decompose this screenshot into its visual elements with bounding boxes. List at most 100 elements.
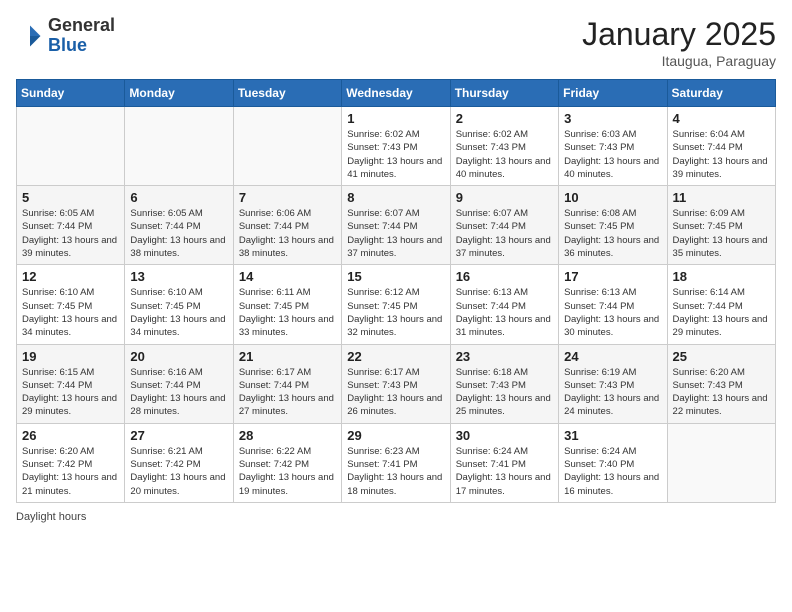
day-number: 14 <box>239 269 336 284</box>
day-number: 8 <box>347 190 444 205</box>
day-info: Sunrise: 6:05 AMSunset: 7:44 PMDaylight:… <box>130 207 227 260</box>
calendar-cell: 13 Sunrise: 6:10 AMSunset: 7:45 PMDayligh… <box>125 265 233 344</box>
calendar-cell: 17 Sunrise: 6:13 AMSunset: 7:44 PMDayligh… <box>559 265 667 344</box>
day-info: Sunrise: 6:20 AMSunset: 7:42 PMDaylight:… <box>22 445 119 498</box>
calendar-week-row: 12 Sunrise: 6:10 AMSunset: 7:45 PMDayligh… <box>17 265 776 344</box>
day-number: 12 <box>22 269 119 284</box>
calendar-cell: 9 Sunrise: 6:07 AMSunset: 7:44 PMDaylight… <box>450 186 558 265</box>
calendar-cell: 28 Sunrise: 6:22 AMSunset: 7:42 PMDayligh… <box>233 423 341 502</box>
day-info: Sunrise: 6:20 AMSunset: 7:43 PMDaylight:… <box>673 366 770 419</box>
calendar-cell: 5 Sunrise: 6:05 AMSunset: 7:44 PMDaylight… <box>17 186 125 265</box>
calendar-day-header: Tuesday <box>233 80 341 107</box>
calendar-cell: 18 Sunrise: 6:14 AMSunset: 7:44 PMDayligh… <box>667 265 775 344</box>
calendar-cell: 14 Sunrise: 6:11 AMSunset: 7:45 PMDayligh… <box>233 265 341 344</box>
calendar-cell: 10 Sunrise: 6:08 AMSunset: 7:45 PMDayligh… <box>559 186 667 265</box>
calendar-week-row: 19 Sunrise: 6:15 AMSunset: 7:44 PMDayligh… <box>17 344 776 423</box>
day-number: 20 <box>130 349 227 364</box>
daylight-label: Daylight hours <box>16 511 86 523</box>
location: Itaugua, Paraguay <box>582 53 776 69</box>
day-number: 11 <box>673 190 770 205</box>
day-info: Sunrise: 6:10 AMSunset: 7:45 PMDaylight:… <box>22 286 119 339</box>
day-info: Sunrise: 6:18 AMSunset: 7:43 PMDaylight:… <box>456 366 553 419</box>
calendar-cell: 2Sunrise: 6:02 AMSunset: 7:43 PMDaylight… <box>450 107 558 186</box>
day-info: Sunrise: 6:14 AMSunset: 7:44 PMDaylight:… <box>673 286 770 339</box>
day-info: Sunrise: 6:04 AMSunset: 7:44 PMDaylight:… <box>673 128 770 181</box>
day-number: 9 <box>456 190 553 205</box>
calendar-cell: 15 Sunrise: 6:12 AMSunset: 7:45 PMDayligh… <box>342 265 450 344</box>
day-number: 31 <box>564 428 661 443</box>
month-title: January 2025 <box>582 16 776 53</box>
day-number: 10 <box>564 190 661 205</box>
calendar-table: SundayMondayTuesdayWednesdayThursdayFrid… <box>16 79 776 503</box>
calendar-day-header: Friday <box>559 80 667 107</box>
day-number: 17 <box>564 269 661 284</box>
day-info: Sunrise: 6:07 AMSunset: 7:44 PMDaylight:… <box>456 207 553 260</box>
calendar-day-header: Sunday <box>17 80 125 107</box>
calendar-day-header: Saturday <box>667 80 775 107</box>
calendar-cell <box>233 107 341 186</box>
calendar-day-header: Wednesday <box>342 80 450 107</box>
calendar-cell: 4Sunrise: 6:04 AMSunset: 7:44 PMDaylight… <box>667 107 775 186</box>
day-number: 28 <box>239 428 336 443</box>
calendar-cell <box>125 107 233 186</box>
calendar-cell: 22 Sunrise: 6:17 AMSunset: 7:43 PMDayligh… <box>342 344 450 423</box>
day-number: 24 <box>564 349 661 364</box>
day-info: Sunrise: 6:21 AMSunset: 7:42 PMDaylight:… <box>130 445 227 498</box>
calendar-week-row: 1 Sunrise: 6:02 AMSunset: 7:43 PMDaylight… <box>17 107 776 186</box>
day-number: 30 <box>456 428 553 443</box>
footer: Daylight hours <box>16 511 776 523</box>
day-info: Sunrise: 6:12 AMSunset: 7:45 PMDaylight:… <box>347 286 444 339</box>
day-info: Sunrise: 6:11 AMSunset: 7:45 PMDaylight:… <box>239 286 336 339</box>
calendar-cell: 20 Sunrise: 6:16 AMSunset: 7:44 PMDayligh… <box>125 344 233 423</box>
day-info: Sunrise: 6:06 AMSunset: 7:44 PMDaylight:… <box>239 207 336 260</box>
day-info: Sunrise: 6:15 AMSunset: 7:44 PMDaylight:… <box>22 366 119 419</box>
day-number: 5 <box>22 190 119 205</box>
day-info: Sunrise: 6:24 AMSunset: 7:41 PMDaylight:… <box>456 445 553 498</box>
day-number: 2 <box>456 111 553 126</box>
logo: General Blue <box>16 16 115 56</box>
calendar-cell: 16 Sunrise: 6:13 AMSunset: 7:44 PMDayligh… <box>450 265 558 344</box>
calendar-cell: 25 Sunrise: 6:20 AMSunset: 7:43 PMDayligh… <box>667 344 775 423</box>
day-info: Sunrise: 6:13 AMSunset: 7:44 PMDaylight:… <box>456 286 553 339</box>
day-info: Sunrise: 6:08 AMSunset: 7:45 PMDaylight:… <box>564 207 661 260</box>
day-info: Sunrise: 6:02 AMSunset: 7:43 PMDaylight:… <box>347 128 444 181</box>
calendar-week-row: 26Sunrise: 6:20 AMSunset: 7:42 PMDayligh… <box>17 423 776 502</box>
title-block: January 2025 Itaugua, Paraguay <box>582 16 776 69</box>
day-number: 18 <box>673 269 770 284</box>
day-number: 25 <box>673 349 770 364</box>
calendar-cell: 11 Sunrise: 6:09 AMSunset: 7:45 PMDayligh… <box>667 186 775 265</box>
day-number: 22 <box>347 349 444 364</box>
day-number: 3 <box>564 111 661 126</box>
day-info: Sunrise: 6:16 AMSunset: 7:44 PMDaylight:… <box>130 366 227 419</box>
calendar-cell: 26Sunrise: 6:20 AMSunset: 7:42 PMDayligh… <box>17 423 125 502</box>
logo-text: General Blue <box>48 16 115 56</box>
calendar-cell: 6 Sunrise: 6:05 AMSunset: 7:44 PMDaylight… <box>125 186 233 265</box>
day-number: 13 <box>130 269 227 284</box>
day-number: 19 <box>22 349 119 364</box>
day-number: 16 <box>456 269 553 284</box>
calendar-cell: 1 Sunrise: 6:02 AMSunset: 7:43 PMDaylight… <box>342 107 450 186</box>
calendar-day-header: Monday <box>125 80 233 107</box>
day-info: Sunrise: 6:13 AMSunset: 7:44 PMDaylight:… <box>564 286 661 339</box>
day-info: Sunrise: 6:23 AMSunset: 7:41 PMDaylight:… <box>347 445 444 498</box>
day-number: 6 <box>130 190 227 205</box>
calendar-cell: 21Sunrise: 6:17 AMSunset: 7:44 PMDayligh… <box>233 344 341 423</box>
day-number: 7 <box>239 190 336 205</box>
day-info: Sunrise: 6:24 AMSunset: 7:40 PMDaylight:… <box>564 445 661 498</box>
day-info: Sunrise: 6:10 AMSunset: 7:45 PMDaylight:… <box>130 286 227 339</box>
day-number: 29 <box>347 428 444 443</box>
calendar-header-row: SundayMondayTuesdayWednesdayThursdayFrid… <box>17 80 776 107</box>
day-info: Sunrise: 6:05 AMSunset: 7:44 PMDaylight:… <box>22 207 119 260</box>
day-info: Sunrise: 6:17 AMSunset: 7:43 PMDaylight:… <box>347 366 444 419</box>
day-info: Sunrise: 6:09 AMSunset: 7:45 PMDaylight:… <box>673 207 770 260</box>
calendar-cell: 3Sunrise: 6:03 AMSunset: 7:43 PMDaylight… <box>559 107 667 186</box>
calendar-cell <box>17 107 125 186</box>
calendar-cell: 8Sunrise: 6:07 AMSunset: 7:44 PMDaylight… <box>342 186 450 265</box>
calendar-day-header: Thursday <box>450 80 558 107</box>
day-info: Sunrise: 6:22 AMSunset: 7:42 PMDaylight:… <box>239 445 336 498</box>
calendar-cell: 30 Sunrise: 6:24 AMSunset: 7:41 PMDayligh… <box>450 423 558 502</box>
day-number: 15 <box>347 269 444 284</box>
day-number: 27 <box>130 428 227 443</box>
day-number: 23 <box>456 349 553 364</box>
day-number: 1 <box>347 111 444 126</box>
